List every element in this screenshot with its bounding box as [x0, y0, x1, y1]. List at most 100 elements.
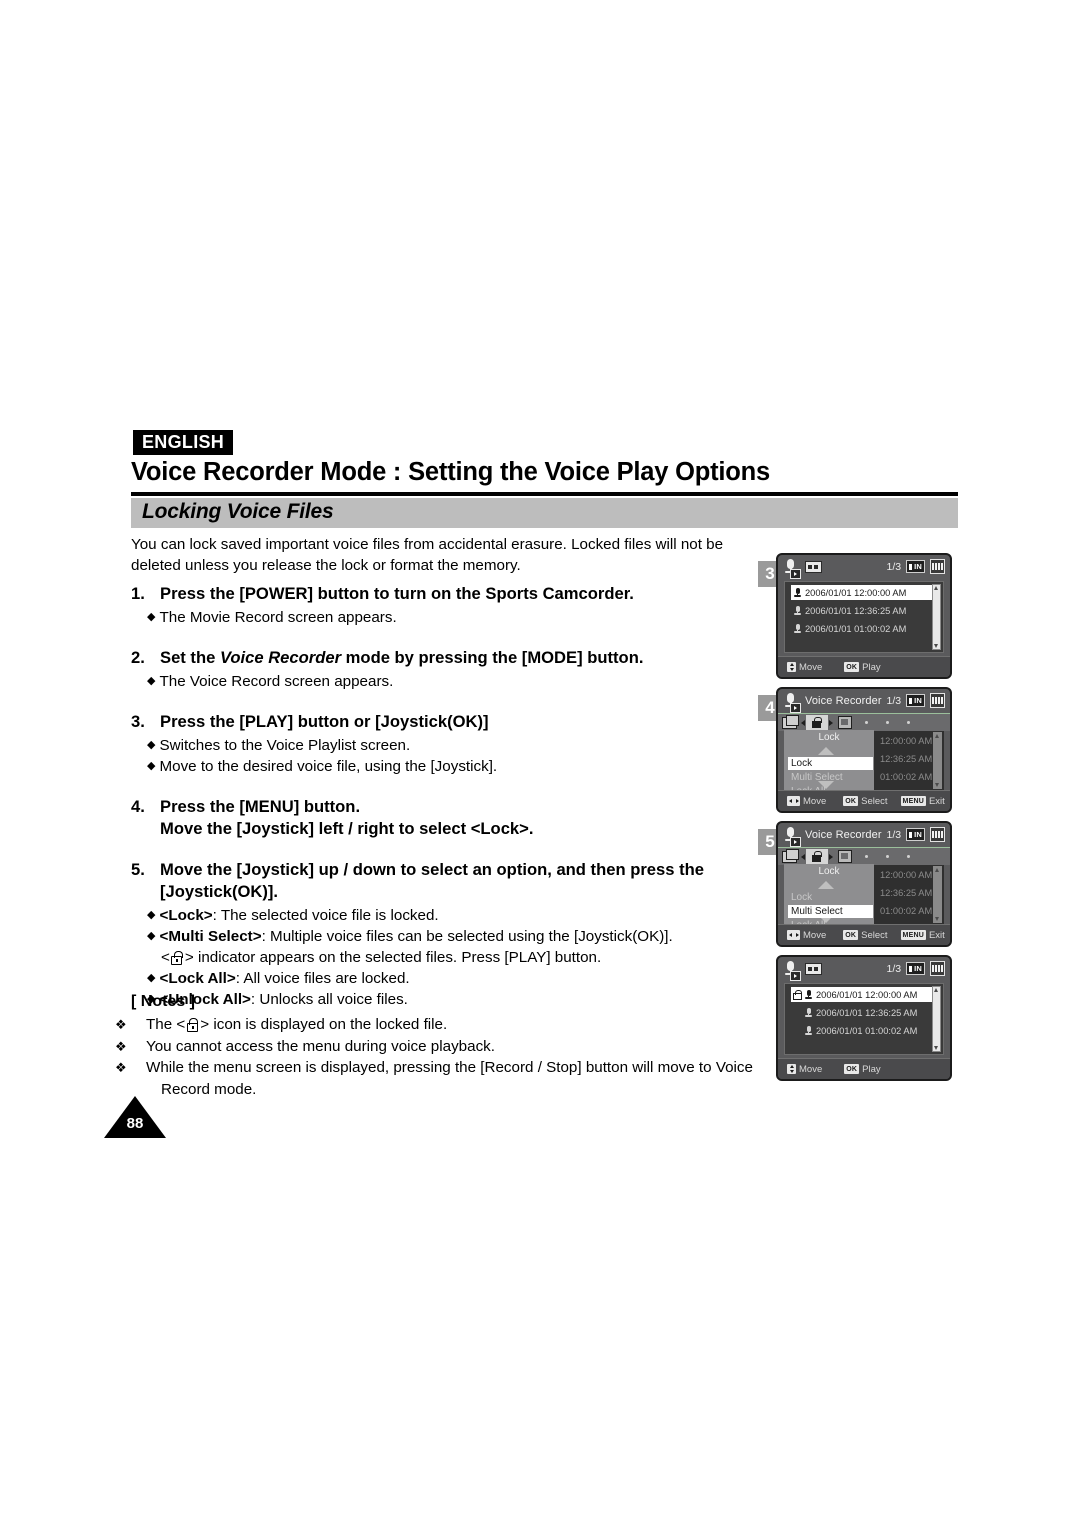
list-item[interactable]: 2006/01/01 12:36:25 AM	[791, 603, 937, 618]
scroll-up-arrow-icon[interactable]	[935, 868, 939, 872]
mic-icon	[805, 989, 812, 1000]
notes-items: ❖ The < > icon is displayed on the locked …	[115, 1014, 796, 1100]
scroll-down-arrow-icon[interactable]	[935, 783, 939, 787]
scroll-down-arrow-icon[interactable]	[935, 917, 939, 921]
mic-icon	[794, 623, 801, 634]
memory-card-icon	[805, 963, 822, 975]
diamond-bullet-icon: ◆	[147, 909, 156, 921]
mic-icon	[794, 587, 801, 598]
hint-move: Move	[787, 662, 822, 673]
multi-select-note-pre: <	[161, 949, 170, 966]
step-1-text: Press the [POWER] button to turn on the …	[160, 584, 634, 603]
tab-lock[interactable]	[806, 715, 828, 730]
joystick-updown-key-icon	[787, 1064, 796, 1074]
hint-label: Select	[861, 929, 888, 941]
diamond-bullet-icon: ◆	[147, 611, 156, 623]
tab-dot-icon	[865, 855, 868, 858]
step-2-number: 2.	[131, 648, 145, 667]
lock-icon	[811, 850, 823, 863]
list-item[interactable]: 2006/01/01 12:36:25 AM	[791, 1005, 937, 1020]
menu-tab-label: Lock	[784, 864, 874, 879]
lock-icon	[811, 716, 823, 729]
lcd-mode-title: Voice Recorder	[805, 695, 882, 707]
left-arrow-icon	[801, 719, 805, 726]
lcd-hint-bar: Move OK Play	[778, 1058, 950, 1079]
note-text: While the menu screen is displayed, pres…	[146, 1059, 753, 1098]
menu-item-multi-select[interactable]: Multi Select	[788, 905, 873, 918]
list-item[interactable]: 2006/01/01 01:00:02 AM	[791, 1023, 937, 1038]
file-name: 2006/01/01 01:00:02 AM	[805, 623, 907, 634]
diamond-bullet-icon: ◆	[147, 675, 156, 687]
battery-icon	[930, 961, 945, 976]
hint-exit: MENU Exit	[900, 796, 945, 807]
note-text: You cannot access the menu during voice …	[146, 1037, 495, 1055]
scroll-up-arrow-icon[interactable]	[934, 586, 938, 590]
scroll-up-arrow-icon[interactable]	[935, 734, 939, 738]
lcd-hint-bar: Move OK Select MENU Exit	[778, 790, 950, 811]
scroll-down-arrow-icon[interactable]	[934, 1046, 938, 1050]
bullet: ◆ The Movie Record screen appears.	[131, 607, 771, 628]
step-2-bullets: ◆ The Voice Record screen appears.	[131, 671, 771, 692]
battery-icon	[930, 559, 945, 574]
ok-key-icon: OK	[843, 796, 859, 806]
lcd-screen-4: Voice Recorder 1/3 IN 12:00:00 AM 12:36:…	[776, 687, 952, 813]
hint-play: OK Play	[844, 661, 881, 673]
step-2-text-pre: Set the	[160, 648, 220, 667]
step-3-bullets: ◆ Switches to the Voice Playlist screen. …	[131, 735, 771, 777]
voice-file-list[interactable]: 2006/01/01 12:00:00 AM 2006/01/01 12:36:…	[784, 581, 944, 653]
tab-dot-icon	[907, 721, 910, 724]
scrollbar[interactable]	[933, 866, 942, 923]
bullet: ◆ <Multi Select>: Multiple voice files ca…	[131, 926, 771, 947]
copy-icon	[838, 850, 852, 863]
menu-item-multi-select[interactable]: Multi Select	[788, 771, 873, 784]
step-1-number: 1.	[131, 584, 145, 603]
menu-tab-label: Lock	[784, 730, 874, 745]
voice-recorder-icon	[783, 692, 801, 713]
list-item[interactable]: 2006/01/01 01:00:02 AM	[791, 621, 937, 636]
hint-label: Play	[862, 1063, 881, 1075]
scrollbar[interactable]	[933, 732, 942, 789]
steps-list: 1. Press the [POWER] button to turn on th…	[131, 583, 771, 1012]
step-1: 1. Press the [POWER] button to turn on th…	[131, 583, 771, 628]
multi-select-note-post: > indicator appears on the selected file…	[184, 949, 602, 966]
step-1-heading: 1. Press the [POWER] button to turn on th…	[131, 583, 771, 605]
tab-delete[interactable]	[778, 848, 800, 864]
option-desc: : The selected voice file is locked.	[212, 907, 439, 924]
voice-file-list[interactable]: 2006/01/01 12:00:00 AM 2006/01/01 12:36:…	[784, 983, 944, 1055]
file-name: 2006/01/01 01:00:02 AM	[816, 1025, 918, 1036]
menu-item-lock[interactable]: Lock	[788, 891, 873, 904]
tab-lock[interactable]	[806, 849, 828, 864]
memory-indicator: IN	[906, 828, 925, 841]
option-desc: : Multiple voice files can be selected u…	[261, 928, 673, 945]
bullet-text: The Movie Record screen appears.	[159, 609, 397, 626]
dropdown-up-arrow-icon[interactable]	[818, 747, 834, 755]
scrollbar[interactable]	[932, 584, 941, 650]
file-counter: 1/3	[886, 694, 902, 707]
hint-play: OK Play	[844, 1063, 881, 1075]
menu-key-icon: MENU	[900, 796, 926, 806]
menu-tab-row[interactable]	[778, 847, 950, 865]
file-name: 2006/01/01 12:36:25 AM	[816, 1007, 918, 1018]
tab-copy[interactable]	[834, 849, 856, 864]
scroll-down-arrow-icon[interactable]	[934, 644, 938, 648]
tab-delete[interactable]	[778, 714, 800, 730]
menu-tab-row[interactable]	[778, 713, 950, 731]
tab-copy[interactable]	[834, 715, 856, 730]
intro-paragraph: You can lock saved important voice files…	[131, 536, 724, 574]
scrollbar[interactable]	[932, 986, 941, 1052]
list-item: 12:36:25 AM	[880, 885, 938, 900]
notes-block: [ Notes ] ❖ The < > icon is displayed on t…	[115, 991, 796, 1100]
dropdown-up-arrow-icon[interactable]	[818, 881, 834, 889]
file-name: 01:00:02 AM	[880, 905, 933, 916]
list-item: 12:00:00 AM	[880, 733, 938, 748]
hint-label: Play	[862, 661, 881, 673]
list-item[interactable]: 2006/01/01 12:00:00 AM	[791, 987, 937, 1002]
step-4-number: 4.	[131, 797, 145, 816]
mic-icon	[794, 605, 801, 616]
delete-icon	[781, 848, 799, 863]
hint-move: Move	[787, 1064, 822, 1075]
scroll-up-arrow-icon[interactable]	[934, 988, 938, 992]
file-counter: 1/3	[886, 560, 902, 573]
menu-item-lock[interactable]: Lock	[788, 757, 873, 770]
list-item[interactable]: 2006/01/01 12:00:00 AM	[791, 585, 937, 600]
